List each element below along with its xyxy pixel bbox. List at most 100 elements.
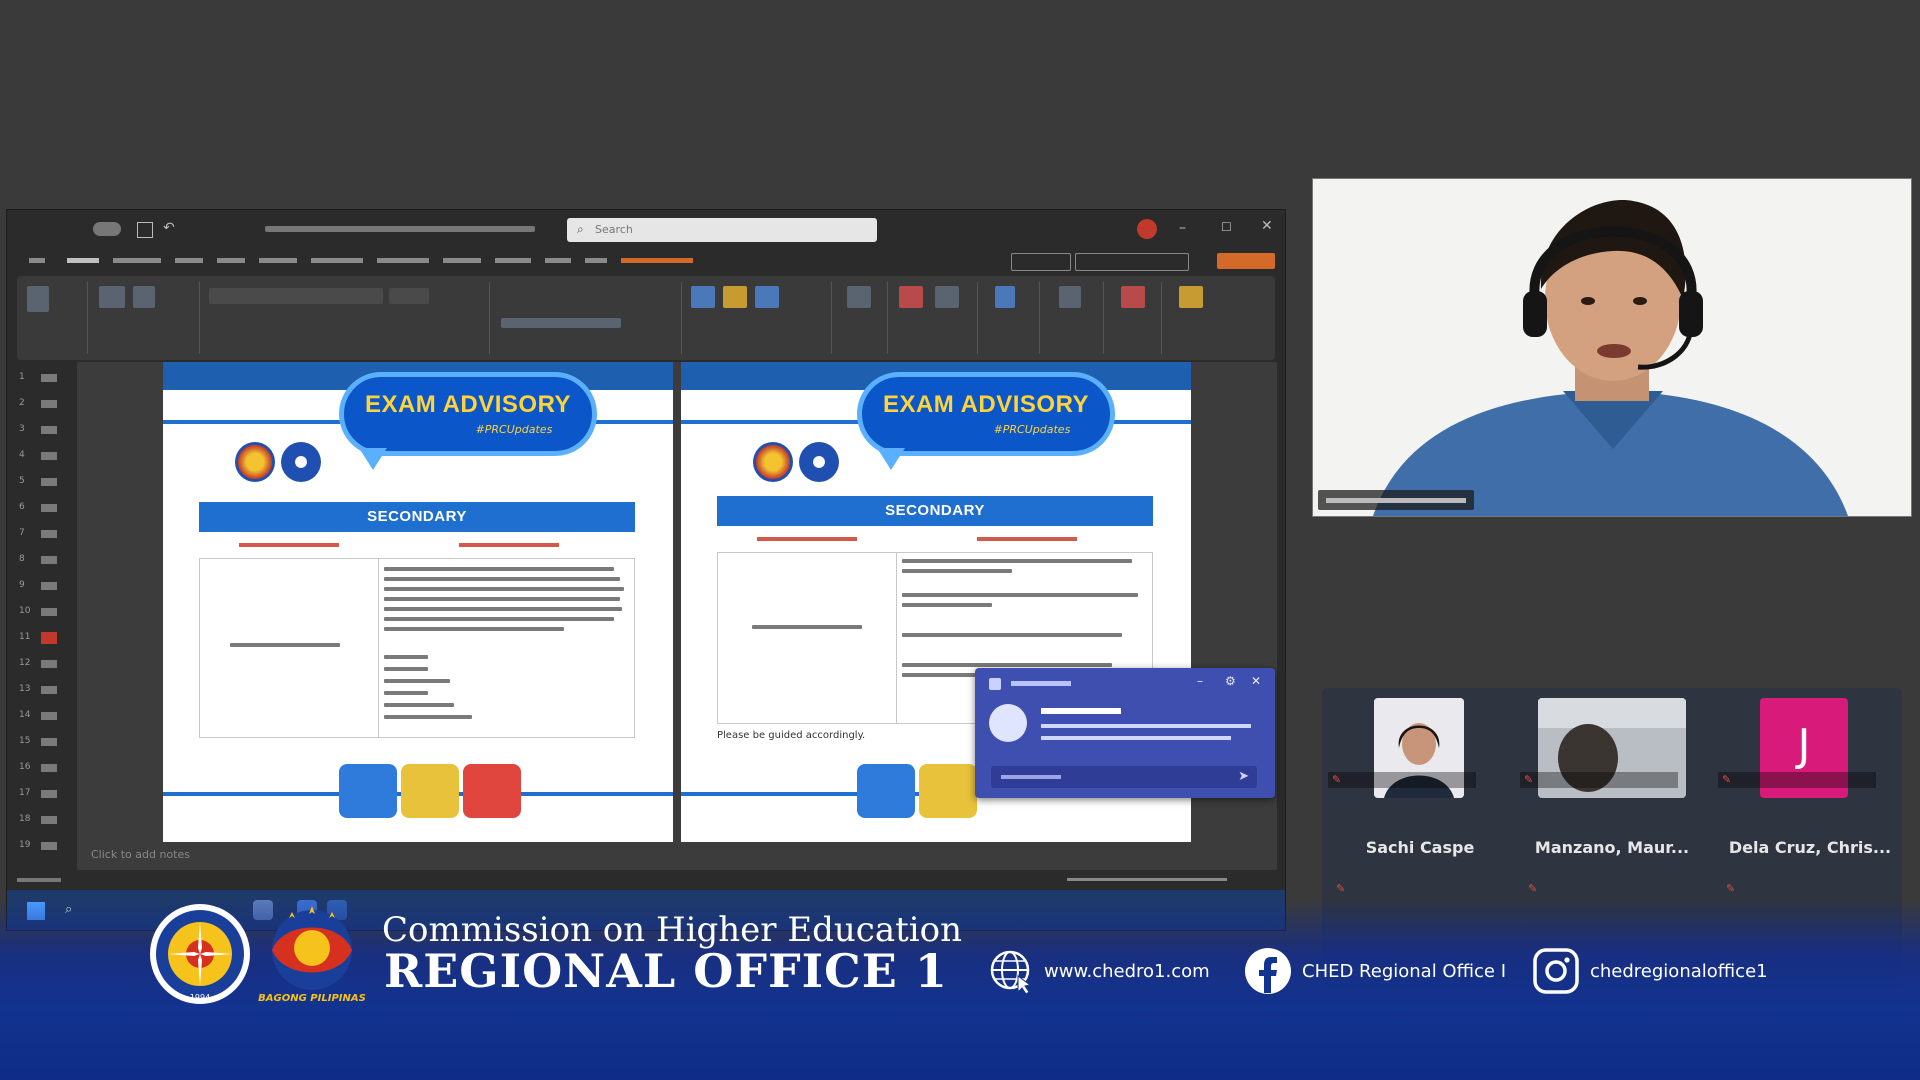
share-button[interactable] [1217,253,1275,269]
thumb-num: 19 [19,840,31,850]
ribbon-group-addins [1105,282,1162,354]
share-pdf-icon[interactable] [935,286,959,308]
list-item-line [384,715,472,719]
menu-tab-record[interactable] [443,258,481,263]
maximize-icon[interactable]: ☐ [1221,220,1232,234]
align-icons[interactable] [501,318,621,328]
contact-facebook[interactable]: CHED Regional Office I [1244,947,1506,995]
search-box[interactable]: ⌕ Search [567,218,877,242]
col-divider [378,559,379,737]
create-pdf-icon[interactable] [899,286,923,308]
toast-minimize-icon[interactable]: – [1197,674,1203,688]
toast-reply-input[interactable]: ➤ [991,766,1257,788]
slide-thumbnail[interactable] [41,426,57,434]
menu-tab-shape-format[interactable] [621,258,693,263]
slide-thumbnail[interactable] [41,400,57,408]
find-icon[interactable] [847,286,871,308]
share-reaction-icon [919,764,977,818]
zoom-slider[interactable] [1067,878,1227,881]
send-icon[interactable]: ➤ [1238,769,1249,784]
menu-tab-animations[interactable] [311,258,363,263]
secondary-table-header: SECONDARY [199,502,635,532]
account-avatar[interactable] [1137,219,1157,239]
slide-thumbnail[interactable] [41,478,57,486]
designer-icon[interactable] [1179,286,1203,308]
menu-tab-design[interactable] [217,258,245,263]
slide-thumbnail[interactable] [41,530,57,538]
slide-thumbnail[interactable] [41,790,57,798]
slide-thumbnail[interactable] [41,816,57,824]
present-teams-button[interactable] [1075,253,1189,271]
mic-off-icon: ✎ [1722,773,1732,786]
slide-thumbnail[interactable] [41,660,57,668]
participant-label: ✎ [1718,772,1876,788]
slide-thumbnail[interactable] [41,842,57,850]
menu-tab-help[interactable] [585,258,607,263]
slide-thumbnail[interactable] [41,738,57,746]
chat-notification-toast[interactable]: – ⚙ ✕ ➤ [975,668,1275,798]
slide-thumbnail-strip[interactable]: 1 2 3 4 5 6 7 8 9 10 11 12 13 14 15 16 1… [15,362,75,862]
toast-close-icon[interactable]: ✕ [1251,674,1261,688]
col-header-type-of-applicants [459,543,559,547]
contact-website[interactable]: www.chedro1.com [988,947,1210,995]
save-icon[interactable] [137,222,153,238]
menu-tab-insert[interactable] [113,258,161,263]
facebook-page-name[interactable]: CHED Regional Office I [1302,961,1506,982]
thumb-num: 10 [19,606,31,616]
slide-thumbnail[interactable] [41,686,57,694]
menu-tab-slideshow[interactable] [377,258,429,263]
slide-thumbnail[interactable] [41,712,57,720]
menu-tab-view[interactable] [545,258,571,263]
slide-editing-area[interactable]: EXAM ADVISORY #PRCUpdates SECONDARY EXAM… [77,362,1277,892]
toast-message-line [1041,724,1251,728]
list-item-line [384,691,428,695]
reuse-slides-icon[interactable] [133,286,155,308]
addins-icon[interactable] [1121,286,1145,308]
sensitivity-icon[interactable] [1059,286,1081,308]
font-size-box[interactable] [389,288,429,304]
body-text-line [902,559,1132,563]
ppt-status-bar: Click to add notes [7,848,1285,890]
arrange-icon[interactable] [723,286,747,308]
slide-thumbnail[interactable] [41,374,57,382]
quick-styles-icon[interactable] [755,286,779,308]
application-period-text [752,625,862,629]
paste-icon[interactable] [27,286,49,312]
ribbon-group-sensitivity [1041,282,1104,354]
slide-thumbnail[interactable] [41,504,57,512]
toast-settings-icon[interactable]: ⚙ [1225,674,1236,688]
slide-thumbnail[interactable] [41,608,57,616]
dictate-icon[interactable] [995,286,1015,308]
menu-tab-file[interactable] [29,258,45,263]
undo-icon[interactable]: ↶ [163,220,175,236]
share-reaction-icon [401,764,459,818]
menu-tab-draw[interactable] [175,258,203,263]
minimize-icon[interactable]: – [1179,220,1186,236]
participant-initial: J [1797,720,1811,771]
slide-thumbnail[interactable] [41,582,57,590]
shapes-icon[interactable] [691,286,715,308]
list-item-line [384,667,428,671]
ribbon-group-editing [833,282,888,354]
body-text-line [384,627,564,631]
close-icon[interactable]: ✕ [1261,218,1273,234]
slide-thumbnail[interactable] [41,764,57,772]
participant-name: Manzano, Maur... [1534,838,1690,857]
slide-exam-advisory-1[interactable]: EXAM ADVISORY #PRCUpdates SECONDARY [163,362,673,842]
instagram-handle[interactable]: chedregionaloffice1 [1590,961,1768,982]
autosave-toggle[interactable] [93,222,121,236]
menu-tab-review[interactable] [495,258,531,263]
record-button[interactable] [1011,253,1071,271]
slide-thumbnail-active[interactable] [41,632,57,644]
bubble-tail [877,448,905,470]
font-name-box[interactable] [209,288,383,304]
slide-thumbnail[interactable] [41,556,57,564]
contact-instagram[interactable]: chedregionaloffice1 [1532,947,1768,995]
menu-tab-transitions[interactable] [259,258,297,263]
menu-tab-home[interactable] [67,258,99,263]
slide-thumbnail[interactable] [41,452,57,460]
website-link[interactable]: www.chedro1.com [1044,961,1210,982]
speaker-video-tile[interactable] [1312,178,1912,517]
new-slide-icon[interactable] [99,286,125,308]
notes-placeholder[interactable]: Click to add notes [91,848,190,861]
